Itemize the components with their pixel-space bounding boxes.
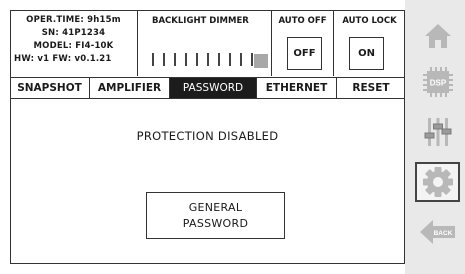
serial-number-text: SN: 41P1234: [41, 28, 106, 38]
auto-off-section: AUTO OFF OFF: [272, 10, 334, 76]
general-password-button[interactable]: GENERAL PASSWORD: [146, 192, 285, 239]
auto-off-title: AUTO OFF: [278, 16, 327, 26]
slider-tick: [218, 53, 220, 66]
auto-off-button[interactable]: OFF: [287, 37, 322, 70]
device-info-panel: OPER.TIME: 9h15m SN: 41P1234 MODEL: FI4-…: [10, 10, 138, 76]
slider-tick: [251, 53, 253, 66]
auto-lock-title: AUTO LOCK: [342, 16, 397, 26]
auto-lock-button[interactable]: ON: [349, 37, 384, 70]
dsp-icon-label: DSP: [429, 79, 446, 88]
slider-tick: [174, 53, 176, 66]
sidebar-item-settings[interactable]: [415, 162, 460, 202]
slider-tick: [152, 53, 154, 66]
backlight-dimmer-knob[interactable]: [254, 54, 268, 68]
slider-tick: [229, 53, 231, 66]
tab-amplifier[interactable]: AMPLIFIER: [90, 78, 170, 98]
slider-tick: [240, 53, 242, 66]
tab-reset[interactable]: RESET: [337, 78, 405, 98]
sidebar-item-back[interactable]: BACK: [415, 212, 460, 252]
sidebar-item-equalizer[interactable]: [415, 112, 460, 152]
back-icon-label: BACK: [433, 230, 452, 237]
slider-tick: [196, 53, 198, 66]
sidebar: DSP BACK: [405, 0, 465, 274]
home-icon: [424, 24, 451, 48]
back-icon: BACK: [419, 220, 455, 244]
tab-password[interactable]: PASSWORD: [170, 78, 257, 98]
gear-icon: [422, 167, 453, 197]
backlight-dimmer-title: BACKLIGHT DIMMER: [152, 16, 249, 26]
model-text: MODEL: FI4-10K: [33, 41, 114, 51]
protection-status-text: PROTECTION DISABLED: [136, 129, 279, 143]
settings-tab-bar: SNAPSHOT AMPLIFIER PASSWORD ETHERNET RES…: [10, 77, 405, 99]
sliders-icon: [424, 118, 451, 146]
backlight-dimmer-section: BACKLIGHT DIMMER: [138, 10, 272, 76]
sidebar-item-home[interactable]: [415, 16, 460, 56]
slider-tick: [163, 53, 165, 66]
hw-fw-version-text: HW: v1 FW: v0.1.21: [14, 54, 112, 64]
general-password-label: GENERAL PASSWORD: [182, 200, 249, 230]
slider-tick: [185, 53, 187, 66]
dsp-icon: DSP: [422, 67, 453, 97]
tab-snapshot[interactable]: SNAPSHOT: [10, 78, 90, 98]
slider-tick: [207, 53, 209, 66]
oper-time-text: OPER.TIME: 9h15m: [26, 15, 121, 25]
auto-lock-section: AUTO LOCK ON: [334, 10, 405, 76]
sidebar-item-dsp[interactable]: DSP: [415, 62, 460, 102]
tab-ethernet[interactable]: ETHERNET: [257, 78, 337, 98]
